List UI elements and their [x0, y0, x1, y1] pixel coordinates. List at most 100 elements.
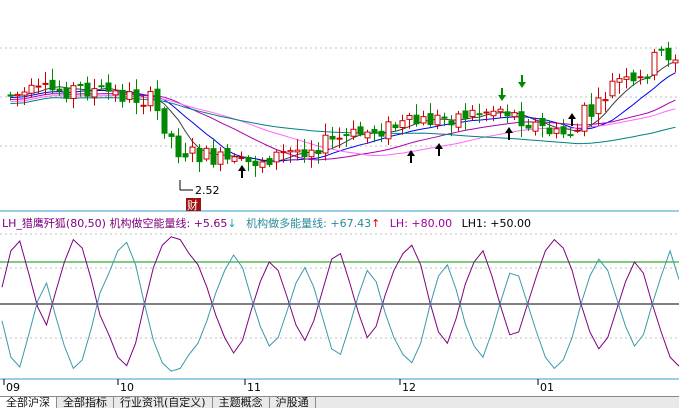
candle-body [595, 97, 602, 115]
candle-body [406, 114, 413, 120]
candle-body [497, 108, 504, 113]
short-energy-label: 机构做空能量线: [109, 217, 191, 230]
candle-body [399, 120, 406, 129]
up-arrow-icon: ↑ [371, 217, 381, 230]
candle-body [161, 108, 168, 134]
axis-tick-label: 11 [247, 381, 261, 394]
long-energy-label: 机构做多能量线: [246, 217, 327, 230]
candle-body [84, 82, 91, 97]
axis-tick-label: 10 [120, 381, 134, 394]
candle-body [28, 84, 35, 94]
candle-body [644, 76, 651, 79]
lh-value: +80.00 [411, 217, 453, 230]
candle-body [658, 48, 665, 51]
candle-body [105, 82, 112, 92]
finance-badge-text: 财 [187, 198, 198, 212]
candle-body [350, 128, 357, 137]
axis-tick-label: 01 [540, 381, 554, 394]
lh1-label: LH1: [461, 217, 487, 230]
candle-body [98, 85, 105, 88]
indicator-legend: LH_猎鹰歼狐(80,50) 机构做空能量线: +5.65↓ 机构做多能量线: … [2, 215, 531, 231]
candle-body [483, 111, 490, 114]
candle-body [147, 90, 154, 107]
tab-all-indicators[interactable]: 全部指标 [57, 397, 114, 408]
candle-body [112, 90, 119, 96]
candle-body [210, 148, 217, 165]
candle-body [280, 151, 287, 154]
candle-body [448, 120, 455, 126]
candle-body [133, 89, 140, 103]
candle-body [602, 99, 609, 102]
candle-body [252, 160, 259, 167]
candle-body [385, 121, 392, 140]
candle-body [308, 149, 315, 158]
candle-body [420, 116, 427, 124]
candle-body [462, 110, 469, 119]
candle-body [154, 88, 161, 112]
candle-body [91, 88, 98, 98]
candle-body [287, 150, 294, 153]
candle-body [238, 157, 245, 160]
buy-signal-arrow [435, 143, 443, 156]
tab-all-shsz[interactable]: 全部沪深 [0, 397, 57, 408]
candle-body [469, 109, 476, 117]
oscillator-panel [0, 236, 679, 372]
candle-body [14, 93, 21, 97]
lh-label: LH: [389, 217, 408, 230]
down-arrow-icon: ↓ [227, 217, 237, 230]
candle-body [413, 114, 420, 125]
candle-body [189, 146, 196, 154]
buy-signal-arrow [238, 165, 246, 178]
moving-average-line [10, 97, 676, 145]
candle-body [42, 82, 49, 85]
candle-body [553, 128, 560, 134]
candle-body [259, 161, 266, 168]
candle-body [21, 91, 28, 96]
candle-body [476, 113, 483, 116]
candle-body [532, 121, 539, 132]
long-energy-value: +67.43 [330, 217, 372, 230]
candle-body [637, 76, 644, 79]
signal-arrows [238, 75, 576, 178]
candle-body [315, 150, 322, 154]
candle-body [322, 134, 329, 154]
candle-body [217, 151, 224, 165]
tab-theme-concept[interactable]: 主题概念 [213, 397, 270, 408]
candle-body [609, 80, 616, 97]
candle-body [455, 113, 462, 128]
candle-body [245, 156, 252, 163]
candle-body [273, 151, 280, 163]
candle-body [126, 91, 133, 100]
tab-industry-news[interactable]: 行业资讯(自定义) [114, 397, 213, 408]
candle-body [196, 147, 203, 163]
indicator-name[interactable]: LH_猎鹰歼狐(80,50) [2, 217, 106, 230]
candle-body [511, 112, 518, 118]
kline-chart: 09 10 11 12 01 2.52 财 [0, 41, 679, 394]
candle-body [574, 129, 581, 132]
low-price-annotation: 2.52 [179, 180, 220, 197]
candle-body [63, 87, 70, 99]
candle-body [35, 85, 42, 88]
tab-hk-connect[interactable]: 沪股通 [270, 397, 316, 408]
sell-signal-arrow [498, 88, 506, 101]
candle-body [343, 134, 350, 137]
candle-body [434, 114, 441, 126]
axis-tick-label: 09 [6, 381, 20, 394]
candle-body [672, 59, 679, 64]
candle-body [616, 78, 623, 83]
short-energy-value: +5.65 [193, 217, 228, 230]
candle-body [490, 110, 497, 117]
candle-body [77, 83, 84, 86]
finance-badge[interactable]: 财 [186, 198, 201, 212]
candle-body [70, 85, 77, 100]
candle-body [56, 88, 63, 92]
sell-signal-arrow [518, 75, 526, 88]
candle-body [119, 89, 126, 102]
candle-body [560, 126, 567, 135]
candle-body [301, 149, 308, 158]
candle-body [427, 113, 434, 126]
candle-body [224, 147, 231, 160]
candles [7, 41, 679, 177]
candle-body [168, 133, 175, 137]
candle-body [504, 111, 511, 117]
